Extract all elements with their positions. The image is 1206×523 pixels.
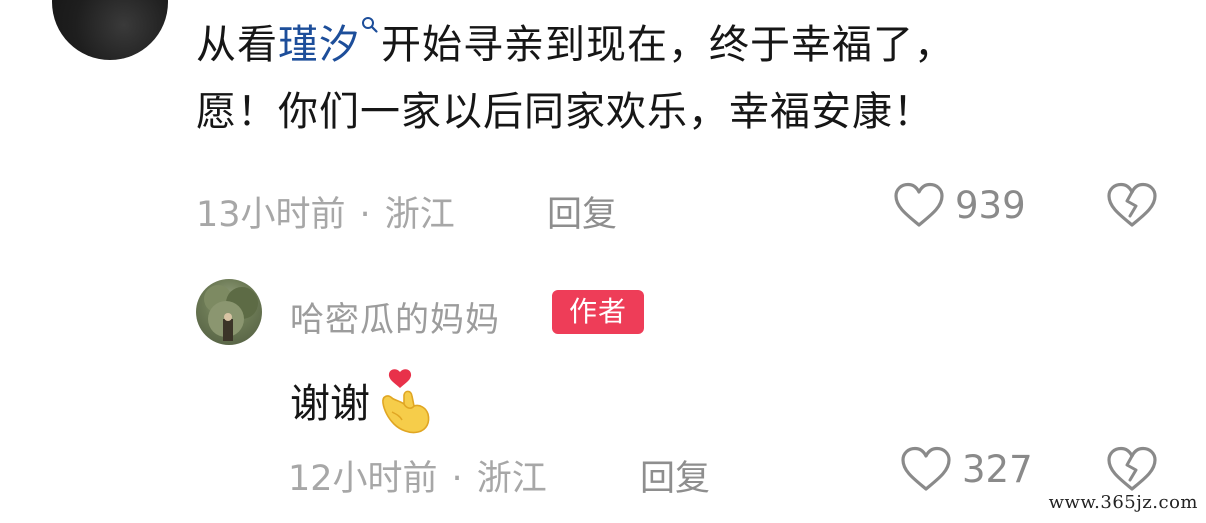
heart-hand-emoji-icon: [382, 369, 430, 434]
comment-line-2: 愿！你们一家以后同家欢乐，幸福安康！: [196, 89, 934, 135]
like-button[interactable]: 327: [900, 446, 1033, 492]
reply-time: 12小时前: [288, 459, 438, 499]
reply-text-row: 谢谢: [290, 362, 432, 438]
like-count: 327: [962, 447, 1033, 491]
reply-button[interactable]: 回复: [640, 450, 710, 501]
heart-icon[interactable]: [900, 446, 952, 492]
search-icon: [362, 17, 378, 33]
comment-time-location: 13小时前 · 浙江: [196, 186, 455, 237]
watermark: www.365jz.com: [1048, 492, 1198, 513]
broken-heart-icon[interactable]: [1106, 182, 1158, 228]
reply-author-avatar[interactable]: [196, 279, 262, 345]
comment-time: 13小时前: [196, 195, 346, 235]
heart-icon[interactable]: [893, 182, 945, 228]
commenter-avatar[interactable]: [52, 0, 168, 60]
avatar-photo: [204, 285, 258, 341]
comment-location: 浙江: [384, 195, 455, 235]
meta-separator: ·: [359, 195, 371, 235]
reply-button[interactable]: 回复: [547, 186, 617, 237]
author-badge: 作者: [552, 290, 644, 334]
broken-heart-icon[interactable]: [1106, 446, 1158, 492]
comment-text: 从看瑾汐 开始寻亲到现在，终于幸福了， 愿！你们一家以后同家欢乐，幸福安康！: [196, 12, 1116, 146]
comment-meta: 13小时前 · 浙江 回复 939: [196, 182, 1176, 235]
mention-link[interactable]: 瑾汐: [278, 17, 381, 68]
like-button[interactable]: 939: [893, 182, 1026, 228]
comment-text-after-mention: 开始寻亲到现在，终于幸福了，: [381, 22, 955, 68]
reply-text: 谢谢: [290, 381, 370, 427]
reply-author-name[interactable]: 哈密瓜的妈妈: [290, 292, 500, 341]
reply-location: 浙江: [476, 459, 547, 499]
reply-meta: 12小时前 · 浙江 回复 327: [288, 446, 1176, 499]
comment-line-1: 从看瑾汐 开始寻亲到现在，终于幸福了，: [196, 12, 1116, 79]
meta-separator: ·: [451, 459, 463, 499]
comment-text-before-mention: 从看: [196, 22, 278, 68]
reply-time-location: 12小时前 · 浙江: [288, 450, 547, 501]
mention-text[interactable]: 瑾汐: [278, 22, 360, 68]
like-count: 939: [955, 183, 1026, 227]
dislike-button[interactable]: [1106, 182, 1158, 237]
